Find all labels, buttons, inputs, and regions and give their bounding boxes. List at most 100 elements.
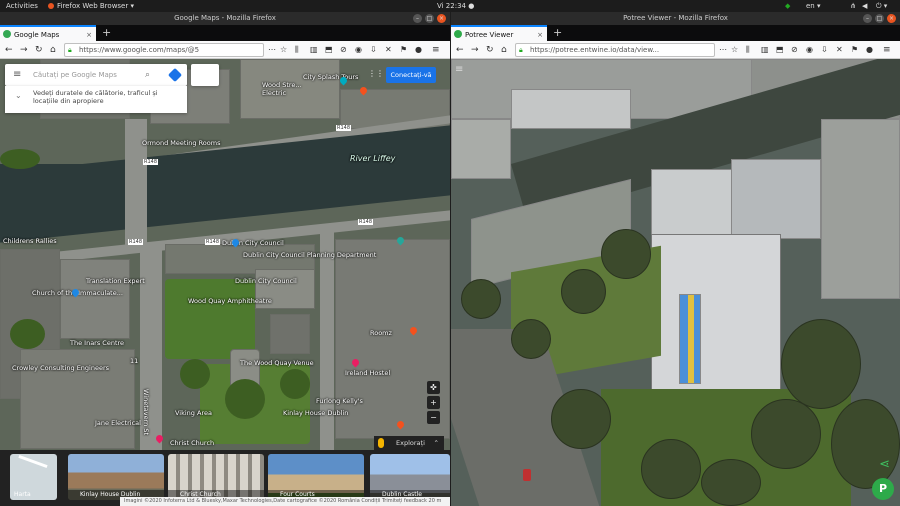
map-label[interactable]: The Inars Centre [70,339,124,347]
map-label[interactable]: Viking Area [175,409,212,417]
photo-thumbnail[interactable]: Kinlay House Dublin [68,454,164,500]
directions-icon[interactable] [167,67,183,83]
map-label[interactable]: Childrens Rallies [3,237,57,245]
compass-icon[interactable]: ✜ [427,381,440,394]
new-tab-button[interactable]: + [102,25,111,41]
screenshot-icon[interactable]: ⬒ [325,44,333,56]
map-label[interactable]: Electric [262,89,286,97]
minimize-button[interactable]: – [863,14,872,23]
map-label[interactable]: Ormond Meeting Rooms [142,139,220,147]
home-icon[interactable]: ⌂ [501,44,507,56]
bookmark-star-icon[interactable]: ☆ [731,44,738,56]
screenshot-icon[interactable]: ⬒ [776,44,784,56]
tree-pointcloud [701,459,761,506]
map-label[interactable]: Christ Church [170,439,214,447]
reader-icon[interactable]: ◉ [806,44,813,56]
tree-pointcloud [751,399,821,469]
reader-icon[interactable]: ◉ [355,44,362,56]
map-label[interactable]: Jane Electrical [95,419,141,427]
map-label[interactable]: Crowley Consulting Engineers [12,364,109,372]
shield-icon[interactable]: ◆ [785,0,790,12]
download-icon[interactable]: ⇩ [821,44,828,56]
pegman-icon[interactable] [378,438,384,448]
forward-icon[interactable]: → [20,44,28,56]
tab-google-maps[interactable]: Google Maps × [0,25,96,41]
tab-potree-viewer[interactable]: Potree Viewer × [451,25,547,41]
close-button[interactable]: × [887,14,896,23]
travel-times-suggestion[interactable]: ⌄ Vedeți duratele de călătorie, traficul… [5,86,187,113]
zoom-out-button[interactable]: − [427,411,440,424]
hamburger-menu-icon[interactable]: ≡ [432,44,440,56]
sidebar-toggle-icon[interactable]: ≡ [455,64,463,75]
tree-pointcloud [781,319,861,409]
bookmark-star-icon[interactable]: ☆ [280,44,287,56]
sync-icon[interactable]: ● [415,44,422,56]
close-button[interactable]: × [437,14,446,23]
layers-button[interactable] [191,64,219,86]
reload-icon[interactable]: ↻ [486,44,494,56]
maximize-button[interactable]: □ [425,14,434,23]
extension-icon[interactable]: ⊘ [340,44,347,56]
sidebar-icon[interactable]: ▥ [761,44,769,56]
reload-icon[interactable]: ↻ [35,44,43,56]
library-icon[interactable]: ⫼ [746,44,750,56]
sync-icon[interactable]: ● [866,44,873,56]
activities-button[interactable]: Activities [6,0,38,12]
url-bar[interactable]: 🔒︎ https://potree.entwine.io/data/view..… [515,43,715,57]
clock[interactable]: Vi 22:34 ● [437,0,474,12]
search-icon[interactable]: ⌕ [145,64,150,86]
map-label[interactable]: Dublin City Council Planning Department [243,251,376,259]
download-icon[interactable]: ⇩ [370,44,377,56]
back-icon[interactable]: ← [5,44,13,56]
map-label[interactable]: Wood Quay Amphitheatre [188,297,272,305]
map-label[interactable]: Ireland Hostel [345,369,390,377]
forward-icon[interactable]: → [471,44,479,56]
map-thumbnail[interactable]: Harta [10,454,57,500]
tree-pointcloud [511,319,551,359]
share-icon[interactable]: ⋖ [879,457,890,472]
addon-icon[interactable]: ⚑ [851,44,858,56]
extension-icon[interactable]: ⊘ [791,44,798,56]
tools-icon[interactable]: ✕ [836,44,843,56]
tools-icon[interactable]: ✕ [385,44,392,56]
volume-icon[interactable]: ◀ [862,0,867,12]
power-icon[interactable]: ⏻ ▾ [876,0,887,12]
maps-search-box[interactable]: ≡ Căutați pe Google Maps ⌕ [5,64,187,86]
map-label[interactable]: The Wood Quay Venue [240,359,314,367]
network-icon[interactable]: ⋔ [850,0,856,12]
photo-thumbnail[interactable]: Dublin Castle [370,454,450,500]
sign-in-button[interactable]: Conectați-vă [386,67,436,83]
chevron-up-icon[interactable]: ⌃ [434,436,439,450]
addon-icon[interactable]: ⚑ [400,44,407,56]
sidebar-icon[interactable]: ▥ [310,44,318,56]
map-label[interactable]: Dublin City Council [235,277,297,285]
map-label[interactable]: Furlong Kelly's [316,397,363,405]
page-actions-icon[interactable]: ⋯ [719,44,727,56]
map-label[interactable]: Translation Expert [86,277,145,285]
hamburger-menu-icon[interactable]: ≡ [883,44,891,56]
maximize-button[interactable]: □ [875,14,884,23]
photo-thumbnail[interactable]: Four Courts [268,454,364,500]
building-block [270,314,310,354]
maps-viewport[interactable]: City Splash Tours Wood Stre... Electric … [0,59,450,506]
map-label[interactable]: Wood Stre... [262,81,302,89]
map-label[interactable]: Roomz [370,329,392,337]
map-label[interactable]: City Splash Tours [303,73,358,81]
potree-3d-viewport[interactable]: ≡ ⋖ P [451,59,900,506]
potree-logo-icon[interactable]: P [872,478,894,500]
map-label[interactable]: Kinlay House Dublin [283,409,348,417]
menu-icon[interactable]: ≡ [13,64,21,86]
page-actions-icon[interactable]: ⋯ [268,44,276,56]
car [523,469,531,481]
library-icon[interactable]: ⫼ [295,44,299,56]
home-icon[interactable]: ⌂ [50,44,56,56]
url-bar[interactable]: 🔒︎ https://www.google.com/maps/@5 [64,43,264,57]
photo-thumbnail[interactable]: Christ Church [168,454,264,500]
back-icon[interactable]: ← [456,44,464,56]
app-menu[interactable]: Firefox Web Browser ▾ [57,0,134,12]
language-selector[interactable]: en ▾ [806,0,820,12]
minimize-button[interactable]: – [413,14,422,23]
new-tab-button[interactable]: + [553,25,562,41]
zoom-in-button[interactable]: + [427,396,440,409]
explore-bar[interactable]: Explorați ⌃ [374,436,444,450]
